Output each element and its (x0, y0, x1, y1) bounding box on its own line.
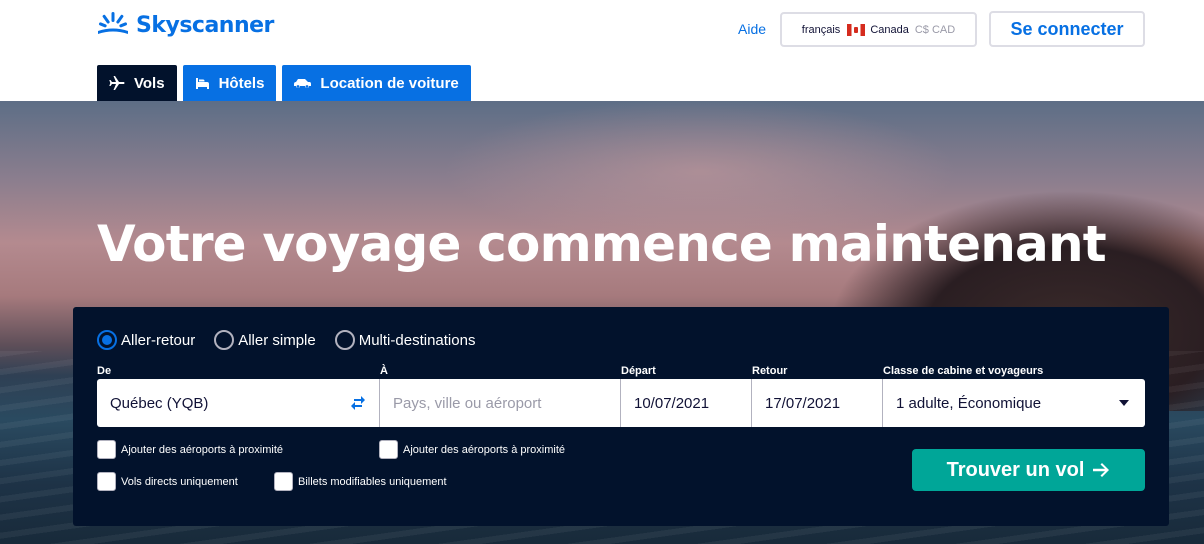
country-label: Canada (870, 23, 909, 36)
site-header: Skyscanner Aide français Canada C$ CAD S… (0, 0, 1204, 101)
return-date-field[interactable]: 17/07/2021 (752, 379, 883, 427)
hero-title: Votre voyage commence maintenant (97, 215, 1107, 273)
bed-icon (195, 77, 209, 89)
sunrise-logo-icon (98, 12, 128, 34)
chevron-down-icon (1119, 400, 1129, 406)
to-input[interactable] (393, 394, 620, 412)
checkbox[interactable] (97, 440, 116, 459)
language-label: français (801, 23, 841, 36)
depart-label: Départ (621, 365, 656, 377)
login-button[interactable]: Se connecter (989, 11, 1145, 47)
tab-car-rental[interactable]: Location de voiture (282, 65, 471, 101)
tab-label: Hôtels (218, 74, 265, 92)
canada-flag-icon (847, 23, 866, 36)
checkbox-label: Billets modifiables uniquement (298, 475, 447, 488)
trip-type-one-way[interactable]: Aller simple (214, 330, 316, 350)
direct-flights-option[interactable]: Vols directs uniquement (97, 472, 238, 491)
from-label: De (97, 365, 112, 377)
radio-label: Aller-retour (121, 331, 196, 349)
locale-selector-button[interactable]: français Canada C$ CAD (780, 12, 977, 47)
to-label: À (380, 365, 388, 377)
checkbox[interactable] (97, 472, 116, 491)
checkbox-label: Ajouter des aéroports à proximité (121, 443, 284, 456)
checkbox[interactable] (379, 440, 398, 459)
currency-label: C$ CAD (914, 23, 956, 36)
product-tabs: Vols Hôtels Location de voiture (97, 65, 477, 101)
cabin-label: Classe de cabine et voyageurs (883, 365, 1044, 377)
radio-button[interactable] (214, 330, 235, 350)
search-fields: 10/07/2021 17/07/2021 1 adulte, Économiq… (97, 379, 1145, 427)
nearby-airports-to-option[interactable]: Ajouter des aéroports à proximité (379, 440, 565, 459)
plane-icon (109, 76, 125, 90)
radio-button[interactable] (97, 330, 117, 350)
depart-date-field[interactable]: 10/07/2021 (621, 379, 752, 427)
nearby-airports-from-option[interactable]: Ajouter des aéroports à proximité (97, 440, 283, 459)
skyscanner-logo[interactable]: Skyscanner (96, 12, 274, 38)
tab-label: Location de voiture (320, 74, 459, 92)
from-field[interactable] (97, 379, 380, 427)
arrow-right-icon (1093, 463, 1110, 477)
flexible-tickets-option[interactable]: Billets modifiables uniquement (274, 472, 447, 491)
car-icon (294, 78, 312, 88)
to-field[interactable] (380, 379, 621, 427)
tab-flights[interactable]: Vols (97, 65, 177, 101)
return-date-value: 17/07/2021 (765, 394, 841, 412)
find-flight-label: Trouver un vol (946, 458, 1085, 481)
return-label: Retour (752, 365, 788, 377)
radio-label: Multi-destinations (358, 331, 476, 349)
depart-date-value: 10/07/2021 (634, 394, 710, 412)
trip-type-multi-city[interactable]: Multi-destinations (334, 330, 476, 350)
radio-label: Aller simple (238, 331, 316, 349)
cabin-travellers-field[interactable]: 1 adulte, Économique (883, 379, 1145, 427)
trip-type-selector: Aller-retour Aller simple Multi-destinat… (97, 330, 494, 350)
flight-search-panel: Aller-retour Aller simple Multi-destinat… (73, 307, 1169, 526)
cabin-travellers-value: 1 adulte, Économique (896, 394, 1042, 412)
radio-button[interactable] (334, 330, 355, 350)
from-input[interactable] (110, 394, 379, 412)
trip-type-round-trip[interactable]: Aller-retour (97, 330, 195, 350)
checkbox-label: Ajouter des aéroports à proximité (403, 443, 566, 456)
swap-arrows-icon[interactable] (349, 395, 367, 411)
logo-text: Skyscanner (136, 12, 274, 38)
checkbox-label: Vols directs uniquement (121, 475, 238, 488)
help-link[interactable]: Aide (738, 21, 766, 37)
find-flight-button[interactable]: Trouver un vol (912, 449, 1145, 491)
checkbox[interactable] (274, 472, 293, 491)
tab-hotels[interactable]: Hôtels (182, 65, 277, 101)
tab-label: Vols (134, 74, 165, 92)
